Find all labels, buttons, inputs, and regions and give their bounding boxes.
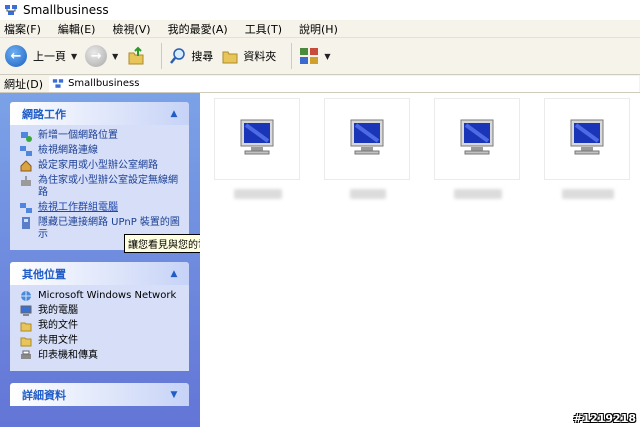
place-my-computer[interactable]: 我的電腦 [20, 305, 181, 317]
other-places-header[interactable]: 其他位置 ▲ [10, 262, 189, 285]
place-shared-documents[interactable]: 共用文件 [20, 335, 181, 347]
chevron-down-icon[interactable]: ▼ [167, 388, 181, 402]
views-icon [300, 48, 319, 64]
search-label: 搜尋 [191, 50, 214, 63]
place-my-documents[interactable]: 我的文件 [20, 320, 181, 332]
panel-title: 其他位置 [22, 267, 66, 281]
network-tasks-panel: 網路工作 ▲ 新增一個網路位置 檢視網路連線 設定家用或小型辦公室網路 為住家或… [10, 102, 189, 250]
watermark: #1219218 [573, 412, 636, 425]
network-folder-icon [5, 5, 17, 15]
place-label: Microsoft Windows Network [38, 290, 177, 301]
other-places-panel: 其他位置 ▲ Microsoft Windows Network 我的電腦 我的… [10, 262, 189, 371]
place-printers-faxes[interactable]: 印表機和傳真 [20, 350, 181, 362]
computer-name [234, 189, 282, 199]
task-view-workgroup[interactable]: 檢視工作群組電腦 [20, 202, 181, 214]
forward-arrow-icon: → [85, 45, 108, 67]
computer-icon [460, 119, 494, 155]
folders-icon [222, 51, 238, 64]
menu-view[interactable]: 檢視(V) [112, 21, 150, 37]
task-label: 檢視工作群組電腦 [38, 202, 118, 213]
address-bar: 網址(D) Smallbusiness [0, 75, 640, 93]
panel-title: 詳細資料 [22, 388, 66, 402]
back-button[interactable]: ← 上一頁 ▼ [5, 42, 77, 70]
add-network-place-icon [21, 132, 32, 142]
home-network-icon [20, 160, 32, 172]
details-panel: 詳細資料 ▼ [10, 383, 189, 406]
menu-favorites[interactable]: 我的最愛(A) [168, 21, 228, 37]
search-button[interactable]: 搜尋 [169, 42, 213, 70]
computer-name [454, 189, 502, 199]
panel-title: 網路工作 [22, 107, 66, 121]
task-label: 設定家用或小型辦公室網路 [38, 160, 158, 171]
back-dropdown-icon[interactable]: ▼ [71, 52, 77, 61]
network-folder-icon [52, 79, 64, 88]
printer-icon [21, 350, 31, 359]
panel-body: Microsoft Windows Network 我的電腦 我的文件 共用文件… [10, 285, 189, 371]
address-value: Smallbusiness [68, 78, 140, 89]
task-add-network-place[interactable]: 新增一個網路位置 [20, 130, 181, 142]
address-field[interactable]: Smallbusiness [49, 75, 640, 92]
globe-network-icon [21, 291, 31, 301]
content-pane [200, 93, 640, 427]
place-label: 我的電腦 [38, 305, 78, 316]
task-label: 為住家或小型辦公室設定無線網路 [38, 175, 178, 198]
my-computer-icon [20, 305, 32, 316]
network-connections-icon [20, 146, 32, 156]
workgroup-computer-item[interactable] [214, 98, 300, 180]
task-label: 檢視網路連線 [38, 145, 98, 156]
menu-file[interactable]: 檔案(F) [4, 21, 41, 37]
shared-folder-icon [20, 337, 32, 347]
search-icon [170, 48, 186, 64]
chevron-up-icon[interactable]: ▲ [167, 267, 181, 281]
computer-name [350, 189, 386, 199]
menu-help[interactable]: 說明(H) [299, 21, 338, 37]
computer-icon [570, 119, 604, 155]
my-documents-icon [20, 322, 32, 332]
task-label: 新增一個網路位置 [38, 130, 118, 141]
workgroup-computers-icon [20, 203, 32, 213]
computer-name [562, 189, 614, 199]
workgroup-computer-item[interactable] [324, 98, 410, 180]
place-label: 共用文件 [38, 335, 78, 346]
task-setup-wireless[interactable]: 為住家或小型辦公室設定無線網路 [20, 175, 181, 199]
address-label: 網址(D) [4, 77, 44, 91]
title-bar: Smallbusiness [0, 0, 640, 20]
network-tasks-header[interactable]: 網路工作 ▲ [10, 102, 189, 125]
task-pane: 網路工作 ▲ 新增一個網路位置 檢視網路連線 設定家用或小型辦公室網路 為住家或… [0, 93, 200, 427]
back-arrow-icon: ← [5, 45, 27, 67]
window-title: Smallbusiness [23, 3, 109, 17]
forward-button[interactable]: → ▼ [85, 42, 118, 70]
task-setup-home-network[interactable]: 設定家用或小型辦公室網路 [20, 160, 181, 172]
toolbar-separator [161, 43, 163, 69]
computer-icon [350, 119, 384, 155]
computer-icon [240, 119, 274, 155]
task-view-connections[interactable]: 檢視網路連線 [20, 145, 181, 157]
back-label: 上一頁 [33, 50, 66, 63]
wireless-network-icon [21, 176, 31, 186]
place-label: 我的文件 [38, 320, 78, 331]
forward-dropdown-icon[interactable]: ▼ [112, 52, 118, 61]
place-label: 印表機和傳真 [38, 350, 98, 361]
up-folder-icon [128, 46, 144, 65]
workgroup-computer-item[interactable] [544, 98, 630, 180]
views-dropdown-icon[interactable]: ▼ [324, 52, 330, 61]
menu-edit[interactable]: 編輯(E) [58, 21, 96, 37]
toolbar-separator [291, 43, 293, 69]
upnp-device-icon [22, 217, 30, 229]
panel-body: 新增一個網路位置 檢視網路連線 設定家用或小型辦公室網路 為住家或小型辦公室設定… [10, 125, 189, 250]
workgroup-computer-item[interactable] [434, 98, 520, 180]
menu-bar: 檔案(F) 編輯(E) 檢視(V) 我的最愛(A) 工具(T) 說明(H) [0, 20, 640, 38]
toolbar: ← 上一頁 ▼ → ▼ 搜尋 資料夾 ▼ [0, 38, 640, 75]
up-folder-button[interactable] [126, 42, 146, 70]
folders-button[interactable]: 資料夾 [221, 42, 276, 70]
menu-tools[interactable]: 工具(T) [245, 21, 282, 37]
place-microsoft-network[interactable]: Microsoft Windows Network [20, 290, 181, 302]
views-button[interactable]: ▼ [299, 42, 330, 70]
details-header[interactable]: 詳細資料 ▼ [10, 383, 189, 406]
folders-label: 資料夾 [243, 50, 277, 63]
chevron-up-icon[interactable]: ▲ [167, 107, 181, 121]
